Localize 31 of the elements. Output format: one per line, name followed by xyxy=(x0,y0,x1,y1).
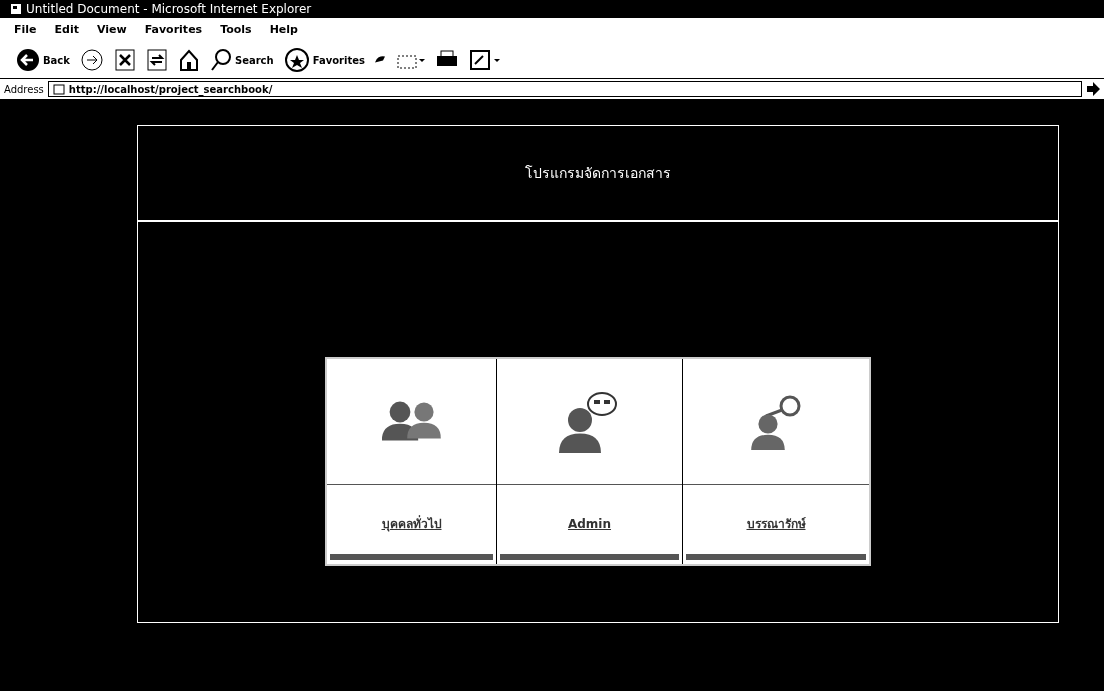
toolbar-button[interactable]: Search xyxy=(209,48,274,72)
stop-icon xyxy=(113,48,136,72)
role-link[interactable]: บรรณารักษ์ xyxy=(746,514,806,533)
menu-item[interactable]: Favorites xyxy=(144,23,203,39)
menu-item[interactable]: Tools xyxy=(220,23,252,39)
window-title: Untitled Document - Microsoft Internet Explorer xyxy=(26,2,312,16)
role-link[interactable]: บุคคลทั่วไป xyxy=(381,514,442,533)
favorites-icon xyxy=(283,47,310,73)
toolbar-button[interactable] xyxy=(177,48,200,72)
address-field[interactable]: http://localhost/project_searchbook/ xyxy=(47,81,1082,97)
toolbar-button[interactable] xyxy=(468,48,503,72)
page-icon xyxy=(52,83,65,95)
home-icon xyxy=(177,48,200,72)
refresh-icon xyxy=(145,48,168,72)
menu-item[interactable]: Edit xyxy=(54,23,79,39)
role-link[interactable]: Admin xyxy=(567,516,611,531)
two-people-icon xyxy=(381,399,442,444)
search-icon xyxy=(209,48,232,72)
toolbar-button[interactable]: Back xyxy=(16,48,70,72)
edit-icon xyxy=(468,48,503,72)
menu-item[interactable]: File xyxy=(14,23,37,39)
go-arrow-icon[interactable] xyxy=(1086,82,1100,96)
toolbar-button[interactable] xyxy=(145,48,168,72)
toolbar-button[interactable] xyxy=(113,48,136,72)
menu-item[interactable]: View xyxy=(96,23,127,39)
menu-item[interactable]: Help xyxy=(269,23,298,39)
address-label: Address xyxy=(4,83,44,95)
toolbar-button[interactable] xyxy=(79,48,104,72)
page-heading: โปรแกรมจัดการเอกสาร xyxy=(525,164,671,183)
document-icon xyxy=(10,3,22,15)
toolbar-button[interactable]: Favorites xyxy=(283,47,365,73)
